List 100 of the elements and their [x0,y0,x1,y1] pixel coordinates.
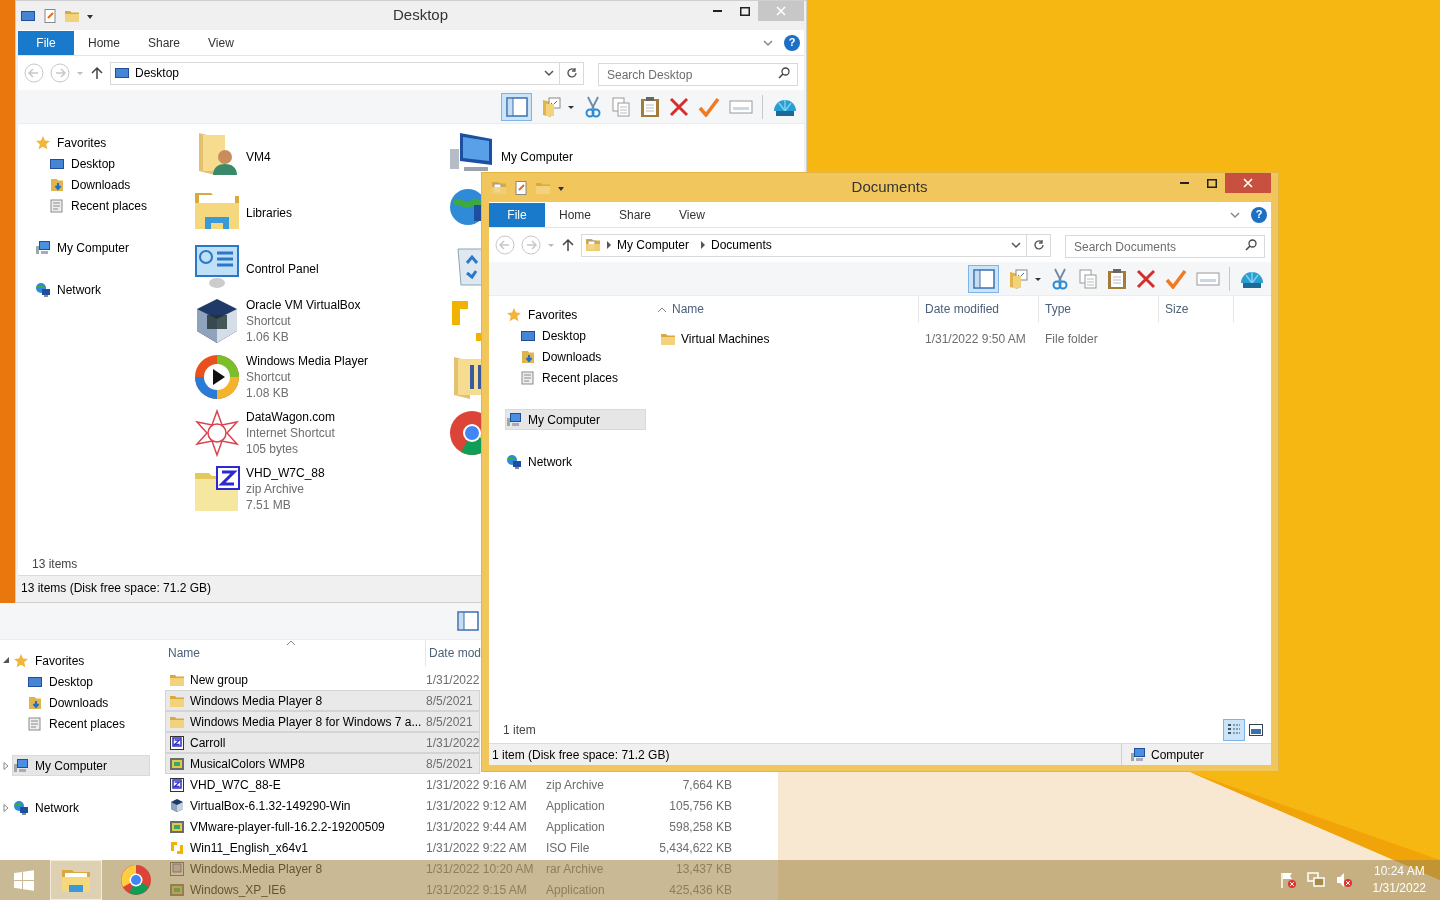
ribbon-tab[interactable]: Home [74,30,134,55]
preview-pane-button[interactable] [968,264,999,293]
nav-item[interactable]: Network [34,279,106,300]
type-cell-text: ISO File [546,839,591,857]
breadcrumb[interactable]: Desktop [135,64,186,82]
nav-item[interactable]: Network [505,451,577,472]
collapsed-arrow-icon[interactable] [3,761,9,770]
size-cell-text: 7,664 KB [681,776,732,794]
nav-item[interactable]: Desktop [12,671,99,692]
address-field[interactable]: My Computer Documents [581,233,1051,257]
nav-item[interactable]: Downloads [12,692,114,713]
search-field[interactable]: Search Desktop [598,63,798,86]
nav-item[interactable]: Downloads [34,174,136,195]
help-button[interactable]: ? [784,34,800,51]
file-row[interactable]: VMware-player-full-16.2.2-19200509 1/31/2022 9:44 AM Application 598,258 KB [165,816,745,837]
status-text: 1 item (Disk free space: 71.2 GB) [491,746,671,764]
size-cell-text: 598,258 KB [668,818,732,836]
file-tab[interactable]: File [18,30,74,55]
ribbon-tab[interactable]: Share [134,30,195,55]
date-cell-text: 1/31/2022 9:15 AM [426,881,528,899]
help-button[interactable]: ? [1251,206,1267,223]
ribbon-tab[interactable]: View [194,30,248,55]
computer-icon [35,239,51,256]
type-cell-text: Application [546,797,606,815]
cube-icon [169,797,185,814]
taskbar-button[interactable] [50,860,102,900]
close-icon [1243,178,1253,188]
ribbon-tab[interactable]: Home [545,202,605,227]
nav-item[interactable]: Favorites [505,304,583,325]
nav-item[interactable]: Favorites [12,650,90,671]
file-item[interactable]: Windows Media Player Shortcut 1.08 KB [193,353,448,409]
column-header[interactable]: Name [165,640,426,666]
up-arrow-icon [561,238,575,252]
download-folder-icon [49,176,65,193]
item-name: My Computer [501,149,574,165]
network-icon [506,453,522,470]
recent-places-icon [49,197,65,214]
recent-places-icon [27,715,43,732]
column-header[interactable]: Date mod [426,640,480,666]
breadcrumb[interactable]: Documents [711,236,778,254]
search-field[interactable]: Search Documents [1065,235,1265,258]
nav-item[interactable]: Desktop [34,153,121,174]
item-count: 13 items [32,556,78,573]
file-item[interactable]: Oracle VM VirtualBox Shortcut 1.06 KB [193,297,448,353]
date-cell-text: 1/31/2022 9:44 AM [426,818,528,836]
nav-item[interactable]: Favorites [34,132,112,153]
arrows-icon [169,839,185,856]
preview-pane-button[interactable] [501,92,532,121]
file-item[interactable]: VHD_W7C_88 zip Archive 7.51 MB [193,465,448,521]
nav-item[interactable]: Desktop [505,325,592,346]
file-name: Virtual Machines [681,331,770,348]
delete-icon [669,96,689,117]
file-row[interactable]: New group 1/31/2022 [165,669,480,690]
file-row[interactable]: Windows.Media Player 8 1/31/2022 10:20 AM rar Archive 13,437 KB [165,858,745,879]
refresh-icon [1032,239,1045,251]
type-cell-text: Application [546,818,606,836]
file-row[interactable]: Carroll 1/31/2022 [165,732,480,753]
file-row[interactable]: VHD_W7C_88-E 1/31/2022 9:16 AM zip Archive 7,664 KB [165,774,745,795]
file-row[interactable]: Win11_English_x64v1 1/31/2022 9:22 AM ISO File 5,434,622 KB [165,837,745,858]
file-row[interactable]: Windows Media Player 8 8/5/2021 [165,690,480,711]
file-item[interactable]: DataWagon.com Internet Shortcut 105 bytes [193,409,448,465]
nav-item[interactable]: Recent places [505,367,624,388]
search-icon [778,66,790,79]
date-cell-text: 1/31/2022 9:50 AM [924,331,1027,348]
column-header[interactable]: Size [1159,296,1234,322]
address-field[interactable]: Desktop [110,61,584,85]
nav-item[interactable]: Network [12,797,84,818]
ribbon-tab[interactable]: Share [605,202,666,227]
nav-item[interactable]: My Computer [34,237,135,258]
file-name: Carroll [190,734,226,752]
play-icon [193,353,241,401]
file-row[interactable]: MusicalColors WMP8 8/5/2021 [165,753,480,774]
collapsed-arrow-icon[interactable] [3,803,9,812]
column-header[interactable]: Name [666,296,919,322]
view-button[interactable] [1223,719,1245,741]
nav-item[interactable]: My Computer [12,755,150,776]
ribbon-tab[interactable]: View [665,202,719,227]
file-row[interactable]: VirtualBox-6.1.32-149290-Win 1/31/2022 9:12 AM Application 105,756 KB [165,795,745,816]
item-name: DataWagon.com [246,409,335,425]
zip-file-icon [193,465,241,513]
size-cell-text: 13,437 KB [674,860,732,878]
nav-item[interactable]: Downloads [505,346,607,367]
archive-icon [169,860,185,877]
sort-caret-icon [658,306,666,312]
nav-item[interactable]: Recent places [12,713,131,734]
file-tab[interactable]: File [489,202,545,227]
clipboard-icon [1107,267,1127,290]
nav-item[interactable]: My Computer [505,409,646,430]
column-header[interactable]: Date modified [919,296,1039,322]
file-row[interactable]: Virtual Machines 1/31/2022 9:50 AM File folder [658,328,1271,350]
item-name: Oracle VM VirtualBox [246,297,361,313]
expanded-arrow-icon[interactable] [2,657,10,664]
column-header[interactable]: Type [1039,296,1159,322]
item-detail: Shortcut [246,369,292,385]
file-row[interactable]: Windows_XP_IE6 1/31/2022 9:15 AM Application 425,436 KB [165,879,745,900]
breadcrumb[interactable]: My Computer [617,236,696,254]
date-cell-text: 1/31/2022 10:20 AM [426,860,535,878]
nav-item[interactable]: Recent places [34,195,153,216]
file-row[interactable]: Windows Media Player 8 for Windows 7 a... 8/5/2021 [165,711,480,732]
close-icon [776,6,786,16]
